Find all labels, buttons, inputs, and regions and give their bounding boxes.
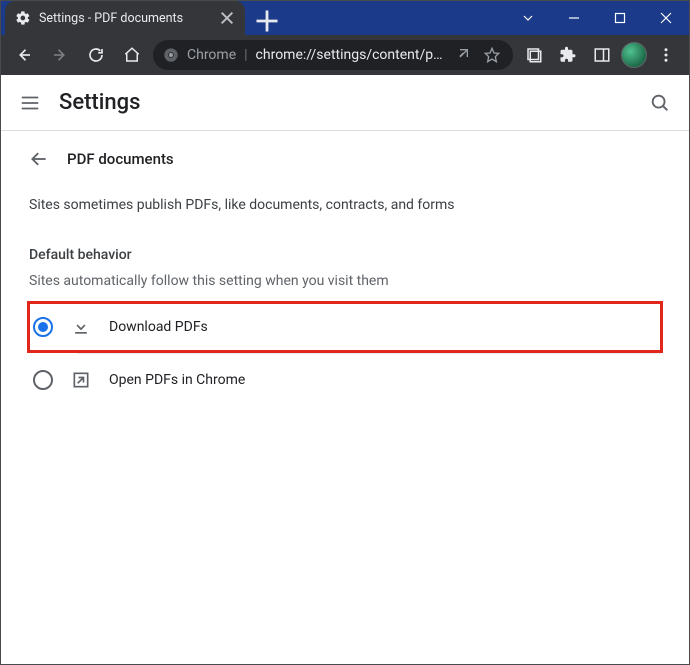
settings-title: Settings (59, 90, 140, 115)
page-title: PDF documents (67, 150, 174, 168)
extensions-icon[interactable] (553, 40, 583, 70)
page-back-button[interactable] (29, 149, 49, 169)
nav-back-button[interactable] (9, 40, 39, 70)
option-label: Open PDFs in Chrome (109, 372, 245, 388)
address-bar[interactable]: Chrome | chrome://settings/content/pdfDo… (153, 40, 513, 70)
radio-download-pdfs[interactable] (33, 317, 53, 337)
section-heading: Default behavior (29, 247, 661, 263)
nav-home-button[interactable] (117, 40, 147, 70)
option-download-pdfs[interactable]: Download PDFs (29, 303, 661, 351)
browser-toolbar: Chrome | chrome://settings/content/pdfDo… (1, 35, 689, 75)
browser-tab[interactable]: Settings - PDF documents (5, 1, 245, 35)
nav-forward-button[interactable] (45, 40, 75, 70)
open-in-new-icon (71, 370, 91, 390)
new-tab-button[interactable] (253, 7, 281, 35)
url-separator: | (244, 47, 247, 63)
gear-icon (15, 10, 31, 26)
option-label: Download PDFs (109, 319, 208, 335)
tab-close-button[interactable] (219, 10, 235, 26)
window-minimize-button[interactable] (551, 1, 597, 35)
nav-reload-button[interactable] (81, 40, 111, 70)
option-open-in-chrome[interactable]: Open PDFs in Chrome (29, 356, 661, 404)
settings-header: Settings (1, 75, 689, 131)
profile-avatar[interactable] (621, 42, 647, 68)
bookmark-star-icon[interactable] (481, 40, 503, 70)
window-maximize-button[interactable] (597, 1, 643, 35)
tab-title: Settings - PDF documents (39, 11, 211, 26)
chrome-icon (163, 47, 179, 63)
url-scheme-label: Chrome (187, 47, 236, 63)
radio-open-in-chrome[interactable] (33, 370, 53, 390)
window-close-button[interactable] (643, 1, 689, 35)
section-subtext: Sites automatically follow this setting … (29, 273, 661, 289)
search-button[interactable] (649, 92, 671, 114)
page-description: Sites sometimes publish PDFs, like docum… (29, 197, 661, 213)
tab-overview-icon[interactable] (519, 40, 549, 70)
window-minimize-dropdown-icon[interactable] (505, 1, 551, 35)
url-text: chrome://settings/content/pdfDo… (256, 47, 443, 63)
browser-menu-button[interactable] (651, 40, 681, 70)
share-icon[interactable] (451, 40, 473, 70)
option-divider (77, 353, 661, 354)
settings-content: PDF documents Sites sometimes publish PD… (1, 131, 689, 422)
side-panel-icon[interactable] (587, 40, 617, 70)
download-icon (71, 317, 91, 337)
hamburger-menu-button[interactable] (19, 92, 41, 114)
